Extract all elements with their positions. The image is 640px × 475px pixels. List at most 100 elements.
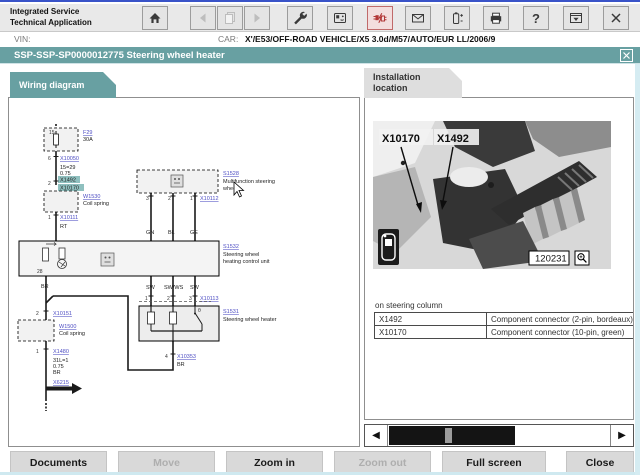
printer-icon <box>490 12 502 24</box>
tab-install-label1: Installation <box>373 72 421 82</box>
connector-id[interactable]: X10170 <box>374 325 487 339</box>
horizontal-scrollbar[interactable]: ◀ ▶ <box>364 424 634 447</box>
tab-installation-location[interactable]: Installation location <box>364 68 462 98</box>
coil1-id-link[interactable]: W1530 <box>83 194 100 200</box>
coil2-id-link[interactable]: W1500 <box>59 324 76 330</box>
pin-4: 4 <box>165 354 168 360</box>
coil-spring-lower-box <box>17 319 55 342</box>
diagnostic-device-button[interactable] <box>327 6 353 30</box>
table-row[interactable]: X1492 Component connector (2-pin, bordea… <box>374 312 633 326</box>
connector-desc: Component connector (10-pin, green) <box>486 325 633 339</box>
control-unit-box: 28 <box>18 240 220 277</box>
document-close-button[interactable] <box>620 49 633 62</box>
tab-install-label2: location <box>373 83 408 93</box>
fuse-box: 15 <box>43 127 79 152</box>
close-application-button[interactable] <box>603 6 629 30</box>
heater-pin3: 3 <box>189 296 192 302</box>
app-title-line2: Technical Application <box>10 18 92 27</box>
photo-label-x10170: X10170 <box>382 133 420 145</box>
wire-gn: GN <box>146 230 154 236</box>
connection-broken-icon <box>373 12 387 24</box>
wire-rt: RT <box>60 224 68 230</box>
connector-desc: Component connector (2-pin, bordeaux) <box>486 312 633 326</box>
ecu-name1: Steering wheel <box>223 252 259 258</box>
mfsw-id-link[interactable]: S1528 <box>223 171 239 177</box>
conn-x10112-link[interactable]: X10112 <box>200 196 219 202</box>
help-button[interactable]: ? <box>523 6 549 30</box>
heater-id-link[interactable]: S1531 <box>223 309 239 315</box>
wire-sw2: SW <box>190 285 200 291</box>
coil1-name: Coil spring <box>83 201 109 207</box>
car-label: CAR: <box>218 34 239 44</box>
scroll-right-arrow[interactable]: ▶ <box>611 425 633 446</box>
home-button[interactable] <box>142 6 168 30</box>
highlighted-connectors[interactable]: X1492 X10170 <box>58 176 84 192</box>
wrench-icon <box>294 11 307 25</box>
back-button <box>190 6 216 30</box>
scroll-left-arrow[interactable]: ◀ <box>365 425 387 446</box>
home-icon <box>149 13 161 23</box>
coil-spring-upper-box <box>43 190 79 213</box>
scrollbar-range <box>389 426 515 445</box>
heater-pin1: 1 <box>145 296 148 302</box>
table-row[interactable]: X10170 Component connector (10-pin, gree… <box>374 325 633 339</box>
window-restore-icon <box>570 13 582 23</box>
app-title-line1: Integrated Service <box>10 7 80 16</box>
installation-photo[interactable]: X10170 X1492 120231 <box>373 121 611 269</box>
table-caption: on steering column <box>375 301 443 310</box>
conn-x10111-link[interactable]: X10111 <box>60 215 78 221</box>
photo-number-box: 120231 <box>528 250 570 266</box>
connector-id[interactable]: X1492 <box>374 312 487 326</box>
tab-wiring-diagram[interactable]: Wiring diagram <box>10 72 116 98</box>
conn-x10113-link[interactable]: X10113 <box>200 296 219 302</box>
envelope-icon <box>412 14 424 23</box>
conn-x10151-link[interactable]: X10151 <box>53 311 72 317</box>
wire-br-heater: BR <box>177 362 185 368</box>
mfsw-pin1: 3 <box>146 196 149 202</box>
wire-ge: GE <box>190 230 198 236</box>
ecu-pin-28: 28 <box>37 269 43 275</box>
copy-documents-button <box>217 6 243 30</box>
scrollbar-thumb[interactable] <box>445 428 452 443</box>
pin-6: 6 <box>48 156 51 162</box>
battery-voltage-button[interactable] <box>444 6 470 30</box>
messages-button[interactable] <box>405 6 431 30</box>
vehicle-position-icon <box>378 229 399 265</box>
ground-link[interactable]: X6215 <box>53 380 69 386</box>
pin-2a: 2 <box>48 181 51 187</box>
app-title: Integrated Service Technical Application <box>10 6 92 28</box>
pin-2b: 2 <box>36 311 39 317</box>
copy-documents-icon <box>225 12 235 24</box>
pin-1b: 1 <box>36 349 39 355</box>
wire-bl: BL <box>168 230 175 236</box>
photo-label-x1492: X1492 <box>437 133 469 145</box>
print-button[interactable] <box>483 6 509 30</box>
conn-x10353-link[interactable]: X10353 <box>177 354 196 360</box>
forward-icon <box>254 13 260 23</box>
tab-wiring-label: Wiring diagram <box>19 80 85 90</box>
ecu-name2: heating control unit <box>223 259 270 265</box>
installation-location-panel: X10170 X1492 120231 on steering column X… <box>364 97 634 420</box>
car-value: X'/E53/OFF-ROAD VEHICLE/X5 3.0d/M57/AUTO… <box>245 34 496 44</box>
heater-box: θ <box>138 305 220 342</box>
conn-x10050-link[interactable]: X10050 <box>60 156 79 162</box>
workshop-tools-button[interactable] <box>287 6 313 30</box>
wire-sw1: SW <box>146 285 156 291</box>
photo-zoom-button[interactable] <box>574 250 590 266</box>
scrollbar-track[interactable] <box>387 425 611 446</box>
connection-broken-button[interactable] <box>367 6 393 30</box>
ecu-id-link[interactable]: S1532 <box>223 244 239 250</box>
toolbar: Integrated Service Technical Application <box>0 4 640 32</box>
wiring-diagram-panel[interactable]: 15 F29 30A 6 X10050 15=29 0.75 GN/SW 2 X… <box>8 97 360 447</box>
window-restore-button[interactable] <box>563 6 589 30</box>
photo-number: 120231 <box>535 254 567 265</box>
document-title: SSP-SSP-SP0000012775 Steering wheel heat… <box>14 50 225 61</box>
vehicle-bar: VIN: CAR: X'/E53/OFF-ROAD VEHICLE/X5 3.0… <box>0 32 640 47</box>
conn-x1492-hl[interactable]: X1492 <box>60 178 76 184</box>
wire-swws: SW/WS <box>164 285 184 291</box>
close-icon <box>611 13 621 23</box>
wire-spec-2c: BR <box>53 370 61 376</box>
close-icon <box>623 52 630 59</box>
conn-x1480-link[interactable]: X1480 <box>53 349 69 355</box>
fuse-id-link[interactable]: F29 <box>83 130 92 136</box>
